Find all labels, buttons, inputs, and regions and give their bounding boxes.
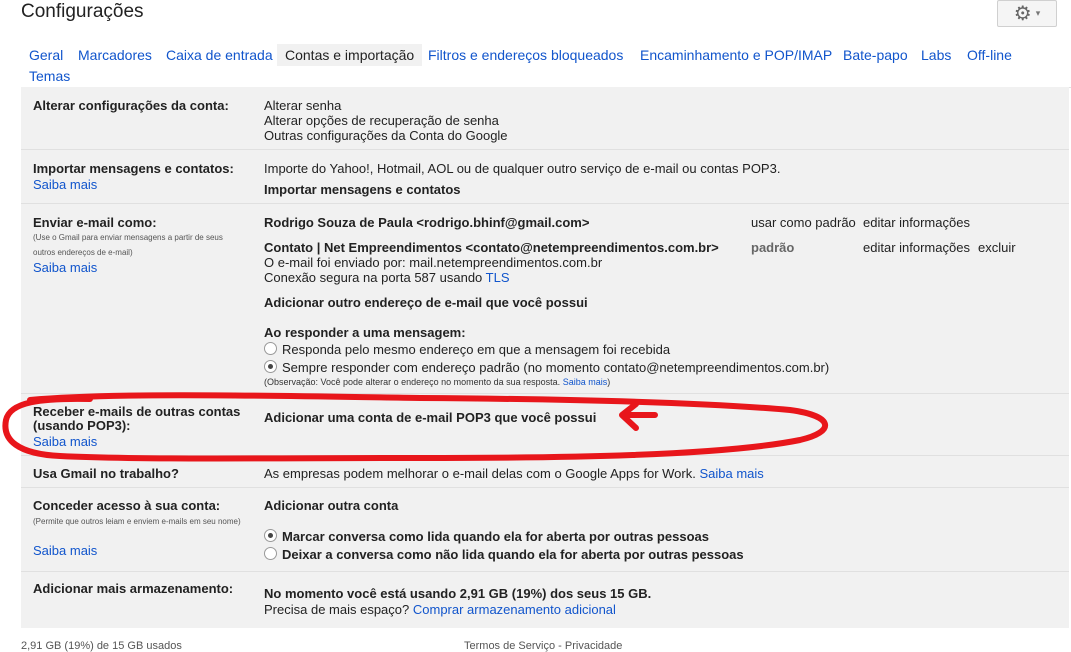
storage-more: Precisa de mais espaço? Comprar armazena… <box>264 602 616 617</box>
radio-button[interactable] <box>264 342 277 355</box>
tab-off-line[interactable]: Off-line <box>959 44 1020 66</box>
settings-panel: Alterar configurações da conta: Alterar … <box>21 87 1069 628</box>
tab-bate-papo[interactable]: Bate-papo <box>835 44 916 66</box>
secure-prefix: Conexão segura na porta 587 usando <box>264 270 483 285</box>
section-label: Adicionar mais armazenamento: <box>33 581 234 596</box>
acesso-option-2[interactable]: Deixar a conversa como não lida quando e… <box>264 547 744 562</box>
reply-note-text: (Observação: Você pode alterar o endereç… <box>264 377 561 387</box>
reply-note: (Observação: Você pode alterar o endereç… <box>264 377 610 387</box>
usar-como-padrao-link[interactable]: usar como padrão <box>751 215 856 230</box>
radio-button-selected[interactable] <box>264 529 277 542</box>
acesso-option-1-label: Marcar conversa como lida quando ela for… <box>282 529 709 544</box>
tls-link[interactable]: TLS <box>486 270 510 285</box>
saiba-mais-link[interactable]: Saiba mais <box>33 260 97 275</box>
tab-geral[interactable]: Geral <box>21 44 71 66</box>
adicionar-conta-pop3-link[interactable]: Adicionar uma conta de e-mail POP3 que v… <box>264 410 596 425</box>
section-note: (Use o Gmail para enviar mensagens a par… <box>33 233 223 257</box>
trabalho-text: As empresas podem melhorar o e-mail dela… <box>264 466 696 481</box>
section-label: Enviar e-mail como: <box>33 215 157 230</box>
radio-button[interactable] <box>264 547 277 560</box>
gear-icon: ⚙ <box>1013 2 1032 25</box>
section-conceder-acesso: Conceder acesso à sua conta: (Permite qu… <box>21 487 1069 572</box>
editar-informacoes-link-2[interactable]: editar informações <box>863 240 970 255</box>
adicionar-endereco-link[interactable]: Adicionar outro endereço de e-mail que v… <box>264 295 588 310</box>
storage-need-text: Precisa de mais espaço? <box>264 602 410 617</box>
footer-usage: 2,91 GB (19%) de 15 GB usados <box>21 640 182 652</box>
section-label: Importar mensagens e contatos: <box>33 161 234 176</box>
importar-mensagens-link[interactable]: Importar mensagens e contatos <box>264 182 461 197</box>
termos-link[interactable]: Termos de Serviço <box>464 640 555 652</box>
saiba-mais-link[interactable]: Saiba mais <box>33 434 97 449</box>
footer-links: Termos de Serviço - Privacidade <box>464 640 622 652</box>
chevron-down-icon: ▾ <box>1035 8 1041 18</box>
secure-connection-text: Conexão segura na porta 587 usando TLS <box>264 270 510 285</box>
section-label: Alterar configurações da conta: <box>33 98 229 113</box>
account-2-name: Contato | Net Empreendimentos <contato@n… <box>264 240 719 255</box>
acesso-option-2-label: Deixar a conversa como não lida quando e… <box>282 547 744 562</box>
trabalho-description: As empresas podem melhorar o e-mail dela… <box>264 466 764 481</box>
radio-button-selected[interactable] <box>264 360 277 373</box>
tab-caixa-de-entrada[interactable]: Caixa de entrada <box>158 44 281 66</box>
reply-note-end: ) <box>607 377 611 387</box>
account-1-name: Rodrigo Souza de Paula <rodrigo.bhinf@gm… <box>264 215 590 230</box>
acesso-option-1[interactable]: Marcar conversa como lida quando ela for… <box>264 529 709 544</box>
section-note: (Permite que outros leiam e enviem e-mai… <box>33 517 241 526</box>
saiba-mais-link[interactable]: Saiba mais <box>33 543 97 558</box>
tab-labs[interactable]: Labs <box>913 44 959 66</box>
settings-tabs: Geral Marcadores Caixa de entrada Contas… <box>21 44 1071 88</box>
excluir-link[interactable]: excluir <box>978 240 1016 255</box>
page-title: Configurações <box>21 1 144 22</box>
privacidade-link[interactable]: Privacidade <box>565 640 622 652</box>
comprar-armazenamento-link[interactable]: Comprar armazenamento adicional <box>413 602 616 617</box>
tab-filtros[interactable]: Filtros e endereços bloqueados <box>420 44 631 66</box>
section-label: Usa Gmail no trabalho? <box>33 466 179 481</box>
settings-gear-button[interactable]: ⚙ ▾ <box>997 0 1057 27</box>
editar-informacoes-link-1[interactable]: editar informações <box>863 215 970 230</box>
tab-encaminhamento[interactable]: Encaminhamento e POP/IMAP <box>632 44 840 66</box>
storage-usage: No momento você está usando 2,91 GB (19%… <box>264 586 652 601</box>
alterar-senha-link[interactable]: Alterar senha <box>264 98 341 113</box>
section-label-2: (usando POP3): <box>33 418 131 433</box>
tab-marcadores[interactable]: Marcadores <box>70 44 160 66</box>
reply-option-2-label: Sempre responder com endereço padrão (no… <box>282 360 830 375</box>
section-receber-pop3: Receber e-mails de outras contas (usando… <box>21 393 1069 456</box>
tab-contas-e-importacao[interactable]: Contas e importação <box>277 44 423 66</box>
importar-description: Importe do Yahoo!, Hotmail, AOL ou de qu… <box>264 161 781 176</box>
sent-via-text: O e-mail foi enviado por: mail.netempree… <box>264 255 603 270</box>
saiba-mais-link[interactable]: Saiba mais <box>563 377 608 387</box>
recuperacao-senha-link[interactable]: Alterar opções de recuperação de senha <box>264 113 499 128</box>
reply-option-1[interactable]: Responda pelo mesmo endereço em que a me… <box>264 342 670 357</box>
section-enviar-como: Enviar e-mail como: (Use o Gmail para en… <box>21 203 1069 394</box>
reply-option-1-label: Responda pelo mesmo endereço em que a me… <box>282 342 671 357</box>
reply-heading: Ao responder a uma mensagem: <box>264 325 466 340</box>
outras-configuracoes-link[interactable]: Outras configurações da Conta do Google <box>264 128 508 143</box>
adicionar-outra-conta-link[interactable]: Adicionar outra conta <box>264 498 398 513</box>
section-armazenamento: Adicionar mais armazenamento: No momento… <box>21 571 1069 629</box>
saiba-mais-link[interactable]: Saiba mais <box>33 177 97 192</box>
tab-temas[interactable]: Temas <box>21 65 78 87</box>
footer-separator: - <box>558 640 562 652</box>
section-label-1: Receber e-mails de outras contas <box>33 404 241 419</box>
section-label: Conceder acesso à sua conta: <box>33 498 221 513</box>
section-gmail-trabalho: Usa Gmail no trabalho? As empresas podem… <box>21 455 1069 488</box>
section-importar: Importar mensagens e contatos: Saiba mai… <box>21 149 1069 204</box>
saiba-mais-link[interactable]: Saiba mais <box>699 466 763 481</box>
section-alterar-conta: Alterar configurações da conta: Alterar … <box>21 87 1069 149</box>
reply-option-2[interactable]: Sempre responder com endereço padrão (no… <box>264 360 829 375</box>
default-badge: padrão <box>751 240 795 255</box>
